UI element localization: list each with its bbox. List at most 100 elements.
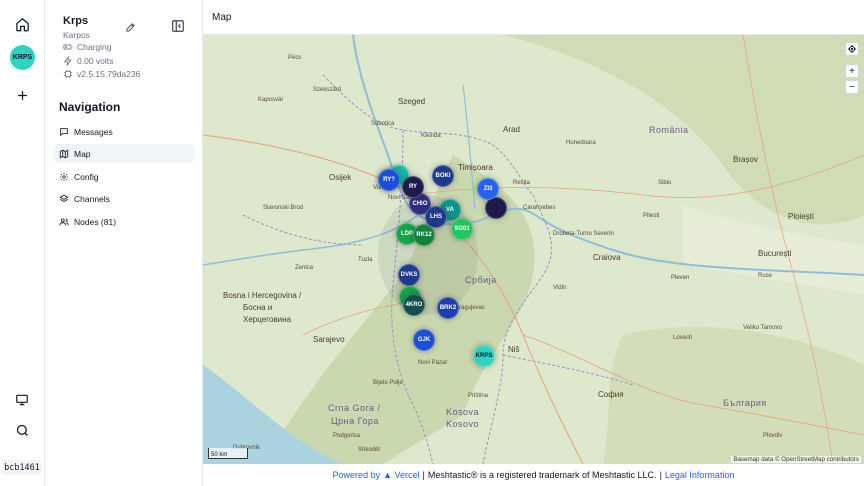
- battery-icon: [63, 44, 73, 50]
- footer-separator: |: [422, 470, 425, 480]
- place-label: Arad: [503, 125, 520, 134]
- sidebar-collapse-icon[interactable]: [171, 19, 185, 33]
- main-header: Map: [203, 0, 864, 35]
- nav-item-nodes[interactable]: Nodes (81): [54, 212, 194, 231]
- place-label: Drobeta-Turnu Severin: [553, 231, 614, 237]
- nav-item-map[interactable]: Map: [54, 144, 194, 163]
- place-label: Veliko Tarnovo: [743, 325, 782, 331]
- message-icon: [60, 127, 68, 136]
- zap-icon: [63, 56, 72, 66]
- place-label: Novi Pazar: [418, 360, 448, 366]
- map-view[interactable]: Pécs Szekszárd Szeged Kaposvár Subotica …: [203, 35, 864, 464]
- place-label: Ploiești: [788, 212, 814, 221]
- place-label: Sibiu: [658, 180, 672, 186]
- place-label: Brașov: [733, 155, 758, 164]
- node-marker[interactable]: BOKI: [432, 165, 454, 187]
- node-marker[interactable]: KRPS: [473, 345, 495, 367]
- place-label: Subotica: [371, 121, 395, 127]
- place-label: Szekszárd: [313, 87, 342, 93]
- search-icon[interactable]: [10, 418, 34, 442]
- sidebar: Krps Karpos Charging 0.00 volts v2.5.15.…: [45, 0, 203, 486]
- place-label: Osijek: [329, 173, 352, 182]
- node-short-name: Krps: [63, 15, 89, 27]
- voltage-row: 0.00 volts: [63, 56, 113, 66]
- place-label: Pécs: [288, 55, 302, 61]
- edit-icon[interactable]: [125, 20, 137, 32]
- node-marker[interactable]: 4KRO: [403, 294, 425, 316]
- map-icon: [59, 149, 69, 158]
- node-marker[interactable]: RY?: [378, 169, 400, 191]
- voltage: 0.00 volts: [77, 56, 114, 66]
- node-marker[interactable]: GJK: [413, 329, 435, 351]
- nav-item-label: Map: [74, 148, 91, 159]
- place-label: Херцеговина: [243, 315, 291, 324]
- place-label: Caransebes: [523, 205, 556, 211]
- users-icon: [59, 217, 69, 225]
- node-marker[interactable]: RK12: [413, 224, 435, 246]
- nav-item-label: Config: [74, 171, 99, 182]
- place-label: Hunedoara: [566, 140, 596, 146]
- place-label: Kragujevac: [455, 305, 486, 311]
- footer-separator: |: [659, 470, 662, 480]
- place-label: Kikinda: [421, 133, 441, 139]
- place-label: София: [598, 390, 624, 399]
- node-marker[interactable]: BRK2: [437, 297, 459, 319]
- place-label: Szeged: [398, 97, 426, 106]
- zoom-in-button[interactable]: +: [845, 64, 859, 78]
- place-label: Craiova: [593, 253, 621, 262]
- place-label: Sarajevo: [313, 335, 345, 344]
- place-label: Pleven: [671, 275, 690, 281]
- place-label: Podgorica: [333, 433, 361, 439]
- nav-item-label: Messages: [74, 126, 113, 137]
- place-label: Ruse: [758, 273, 773, 279]
- plus-icon[interactable]: [10, 83, 34, 107]
- place-label: Kaposvár: [258, 97, 284, 103]
- avatar[interactable]: KRPS: [10, 45, 35, 70]
- nav-item-label: Channels: [74, 193, 110, 204]
- legal-information-link[interactable]: Legal Information: [665, 470, 735, 480]
- powered-by-link[interactable]: Powered by: [333, 470, 381, 480]
- place-label: Vidin: [553, 285, 567, 291]
- node-marker[interactable]: RY: [402, 176, 424, 198]
- trademark-text: Meshtastic® is a registered trademark of…: [427, 470, 657, 480]
- chip-icon: [63, 69, 73, 79]
- place-label: Босна и: [243, 303, 273, 312]
- place-label: Resita: [513, 180, 531, 186]
- icon-rail: KRPS bcb1461: [0, 0, 45, 486]
- place-label: Lovech: [673, 335, 693, 341]
- page-title: Map: [212, 12, 232, 23]
- monitor-icon[interactable]: [10, 388, 34, 412]
- place-label: Priština: [468, 393, 489, 399]
- nav-heading: Navigation: [59, 100, 121, 114]
- place-label: România: [649, 125, 689, 135]
- place-label: Slavonski Brod: [263, 205, 304, 211]
- node-marker[interactable]: DVKS: [398, 264, 420, 286]
- locate-icon[interactable]: [845, 42, 859, 56]
- place-label: Zenica: [295, 265, 314, 271]
- place-label: Pitești: [643, 213, 660, 219]
- place-label: Kosova: [446, 407, 480, 417]
- map-attribution[interactable]: Basemap data © OpenStreetMap contributor…: [731, 456, 861, 463]
- nav-item-channels[interactable]: Channels: [54, 189, 194, 208]
- vercel-link[interactable]: ▲ Vercel: [383, 470, 419, 480]
- version-badge: bcb1461: [2, 460, 42, 475]
- place-label: Kosovo: [446, 419, 480, 429]
- place-label: Shkodër: [358, 447, 381, 453]
- nav-item-config[interactable]: Config: [54, 167, 194, 186]
- node-marker[interactable]: [485, 197, 507, 219]
- home-icon[interactable]: [10, 12, 34, 36]
- footer: Powered by ▲ Vercel | Meshtastic® is a r…: [203, 464, 864, 486]
- node-marker[interactable]: SO01: [451, 218, 473, 240]
- gear-icon: [59, 172, 69, 181]
- nav-item-label: Nodes (81): [74, 216, 117, 227]
- place-label: Bosna i Hercegovina /: [223, 291, 302, 300]
- place-label: Crna Gora /: [328, 403, 381, 413]
- node-marker[interactable]: ZI3: [477, 178, 499, 200]
- battery-status: Charging: [77, 42, 112, 52]
- firmware-version: v2.5.15.79da236: [77, 69, 141, 79]
- zoom-out-button[interactable]: −: [845, 80, 859, 94]
- main-panel: Map Pécs Szekszárd Szeged Kaposvár Subot…: [203, 0, 864, 486]
- nav-item-messages[interactable]: Messages: [54, 122, 194, 141]
- scale-bar: 50 km: [208, 448, 248, 459]
- place-label: България: [723, 398, 767, 408]
